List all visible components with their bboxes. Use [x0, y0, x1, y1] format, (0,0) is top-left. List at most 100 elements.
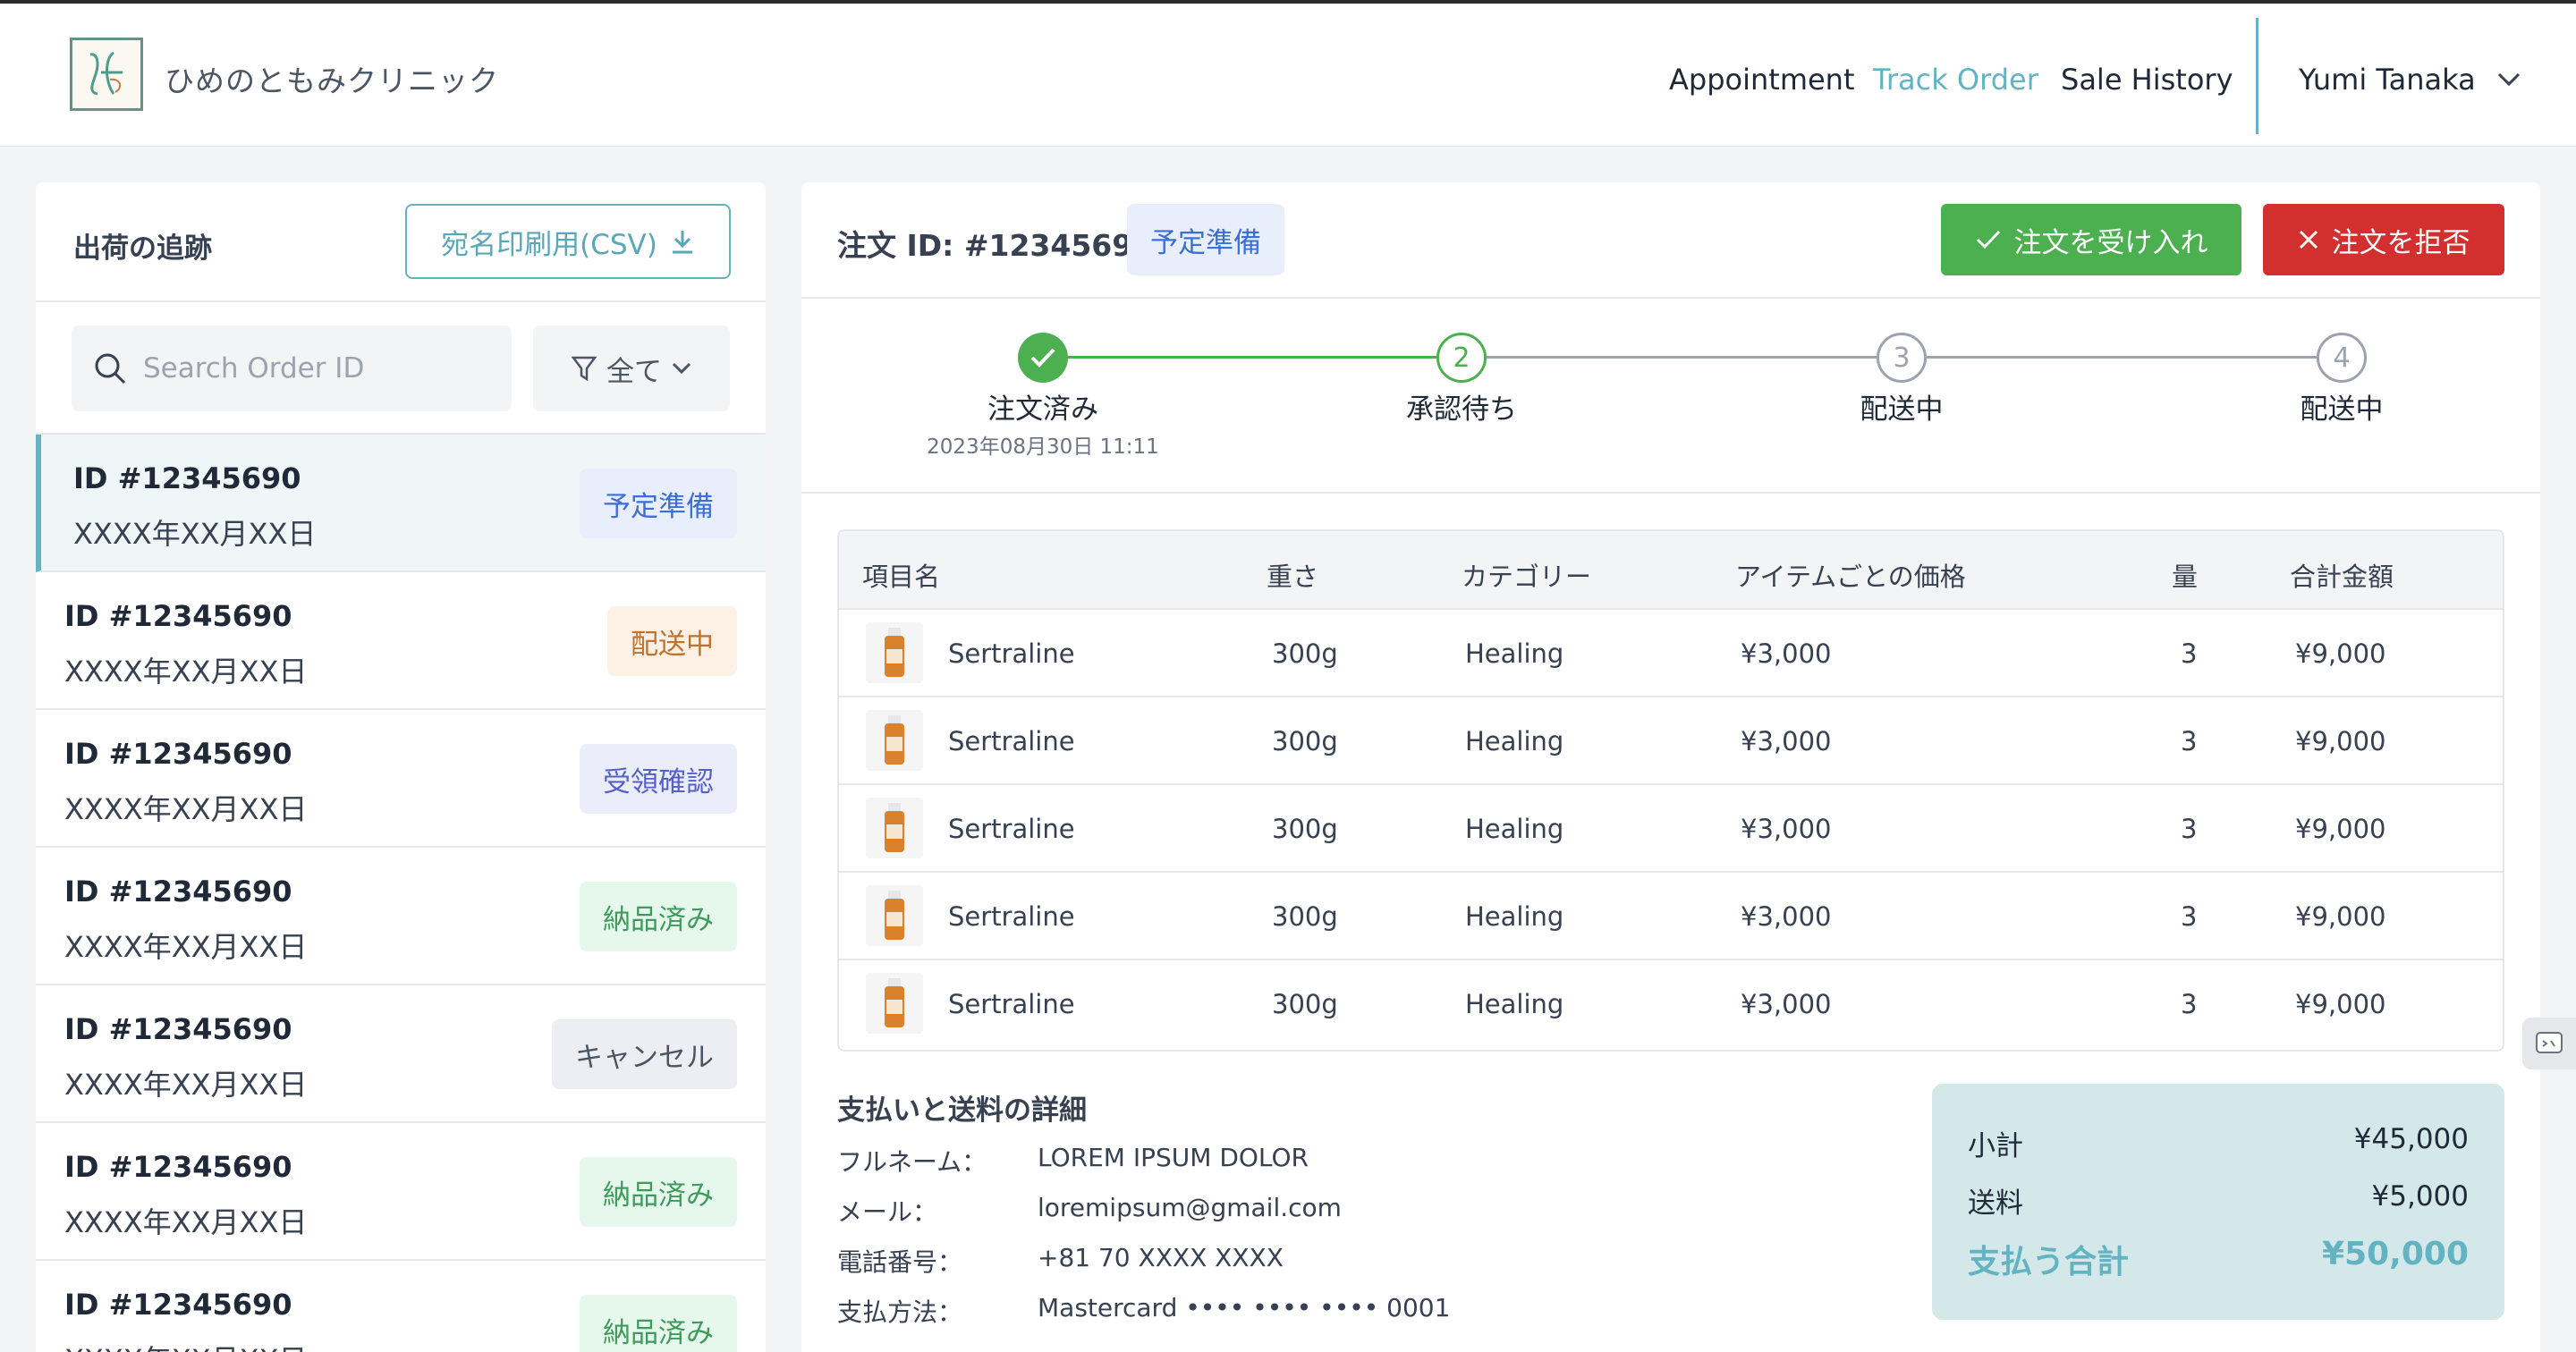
item-name: Sertraline: [948, 989, 1075, 1019]
step-label: 承認待ち: [1406, 393, 1517, 426]
medicine-bottle-icon: [885, 715, 904, 765]
item-weight: 300g: [1272, 901, 1338, 932]
export-csv-button[interactable]: 宛名印刷用(CSV): [405, 204, 731, 279]
search-icon: [95, 353, 126, 384]
status-badge: 受領確認: [580, 744, 737, 814]
step-label: 配送中: [2300, 393, 2384, 426]
item-weight: 300g: [1272, 814, 1338, 844]
item-category: Healing: [1465, 989, 1564, 1019]
total-value: ¥50,000: [2322, 1236, 2469, 1272]
field-label: メール：: [837, 1197, 938, 1227]
subtotal-label: 小計: [1968, 1130, 2023, 1162]
field-label: 電話番号：: [837, 1247, 963, 1277]
status-badge: 納品済み: [580, 882, 737, 951]
item-category: Healing: [1465, 814, 1564, 844]
item-name: Sertraline: [948, 901, 1075, 932]
table-row[interactable]: Sertraline 300g Healing ¥3,000 3 ¥9,000: [839, 697, 2503, 785]
item-price: ¥3,000: [1741, 814, 1832, 844]
medicine-bottle-icon: [885, 978, 904, 1027]
step-circle: 3: [1877, 333, 1927, 383]
filter-label: 全て: [606, 355, 662, 388]
order-detail-header: 注文 ID: #12345690 予定準備 注文を受け入れ 注文を拒否: [801, 182, 2540, 299]
order-date: XXXX年XX月XX日: [64, 655, 308, 689]
table-row[interactable]: Sertraline 300g Healing ¥3,000 3 ¥9,000: [839, 873, 2503, 960]
order-items-table: 項目名 重さ カテゴリー アイテムごとの価格 量 合計金額 Sertraline…: [837, 529, 2504, 1052]
nav-appointment[interactable]: Appointment: [1669, 63, 1855, 97]
item-qty: 3: [2181, 901, 2198, 932]
status-filter-dropdown[interactable]: 全て: [533, 325, 730, 411]
order-list-item[interactable]: ID #12345690 XXXX年XX月XX日 納品済み: [36, 1123, 766, 1261]
item-qty: 3: [2181, 814, 2198, 844]
order-summary-card: 小計 ¥45,000 送料 ¥5,000 支払う合計 ¥50,000: [1932, 1084, 2504, 1320]
order-date: XXXX年XX月XX日: [64, 1068, 308, 1102]
product-thumbnail: [866, 973, 923, 1034]
chevron-down-icon: [672, 362, 691, 375]
order-date: XXXX年XX月XX日: [64, 1205, 308, 1239]
order-list-item[interactable]: ID #12345690 XXXX年XX月XX日 配送中: [36, 572, 766, 710]
reject-button-label: 注文を拒否: [2331, 226, 2470, 259]
medicine-bottle-icon: [885, 803, 904, 852]
accept-order-button[interactable]: 注文を受け入れ: [1941, 204, 2241, 275]
item-qty: 3: [2181, 726, 2198, 756]
item-qty: 3: [2181, 638, 2198, 669]
panel-title: 出荷の追跡: [73, 232, 212, 265]
progress-line: [1927, 356, 2317, 359]
divider: [801, 492, 2540, 494]
order-id: ID #12345690: [64, 1288, 292, 1322]
column-header: 重さ: [1267, 562, 1319, 592]
status-badge: 予定準備: [580, 469, 737, 538]
search-box[interactable]: [72, 325, 512, 411]
order-list-item[interactable]: ID #12345690 XXXX年XX月XX日 受領確認: [36, 710, 766, 848]
user-menu[interactable]: Yumi Tanaka: [2299, 63, 2521, 97]
step-label: 配送中: [1860, 393, 1944, 426]
table-header: 項目名 重さ カテゴリー アイテムごとの価格 量 合計金額: [839, 531, 2503, 610]
csv-button-label: 宛名印刷用(CSV): [441, 228, 657, 261]
payment-section-title: 支払いと送料の詳細: [837, 1094, 1087, 1127]
column-header: カテゴリー: [1462, 562, 1592, 592]
table-row[interactable]: Sertraline 300g Healing ¥3,000 3 ¥9,000: [839, 785, 2503, 873]
progress-line-complete: [1046, 356, 1436, 359]
item-category: Healing: [1465, 901, 1564, 932]
item-name: Sertraline: [948, 814, 1075, 844]
order-id: ID #12345690: [64, 1012, 292, 1046]
medicine-bottle-icon: [885, 891, 904, 940]
step-complete-icon: [1018, 333, 1068, 383]
chevron-down-icon: [2497, 72, 2520, 87]
step-date: 2023年08月30日 11:11: [927, 435, 1159, 459]
nav-track-order[interactable]: Track Order: [1873, 63, 2038, 97]
accept-button-label: 注文を受け入れ: [2013, 226, 2208, 259]
order-list-item[interactable]: ID #12345690 XXXX年XX月XX日 キャンセル: [36, 985, 766, 1123]
order-id: ID #12345690: [64, 875, 292, 908]
item-total: ¥9,000: [2295, 638, 2386, 669]
side-widget-handle[interactable]: [2522, 1018, 2576, 1069]
item-category: Healing: [1465, 638, 1564, 669]
payment-method-value: Mastercard •••• •••• •••• 0001: [1038, 1293, 1451, 1322]
product-thumbnail: [866, 885, 923, 946]
order-list-item[interactable]: ID #12345690 XXXX年XX月XX日 納品済み: [36, 848, 766, 985]
table-row[interactable]: Sertraline 300g Healing ¥3,000 3 ¥9,000: [839, 610, 2503, 697]
filter-icon: [571, 356, 597, 382]
item-price: ¥3,000: [1741, 726, 1832, 756]
table-row[interactable]: Sertraline 300g Healing ¥3,000 3 ¥9,000: [839, 960, 2503, 1048]
order-list-item[interactable]: ID #12345690 XXXX年XX月XX日 予定準備: [36, 435, 766, 572]
product-thumbnail: [866, 710, 923, 771]
clinic-name: ひめのともみクリニック: [165, 63, 499, 98]
nav-divider: [2256, 18, 2258, 134]
reject-order-button[interactable]: 注文を拒否: [2263, 204, 2504, 275]
item-total: ¥9,000: [2295, 726, 2386, 756]
step-circle: 4: [2317, 333, 2367, 383]
download-icon: [672, 231, 692, 254]
order-title: 注文 ID: #12345690: [837, 228, 1154, 263]
clinic-logo[interactable]: [70, 38, 143, 111]
column-header: 項目名: [862, 562, 941, 592]
nav-sale-history[interactable]: Sale History: [2061, 63, 2233, 97]
status-badge: キャンセル: [552, 1019, 737, 1089]
item-weight: 300g: [1272, 726, 1338, 756]
item-price: ¥3,000: [1741, 989, 1832, 1019]
logo-monogram-icon: [89, 51, 123, 96]
order-list-item[interactable]: ID #12345690 XXXX年XX月XX日 納品済み: [36, 1261, 766, 1352]
panel-header: 出荷の追跡 宛名印刷用(CSV): [36, 182, 766, 302]
search-order-input[interactable]: [143, 352, 501, 384]
progress-line: [1487, 356, 1877, 359]
order-id: ID #12345690: [64, 737, 292, 771]
